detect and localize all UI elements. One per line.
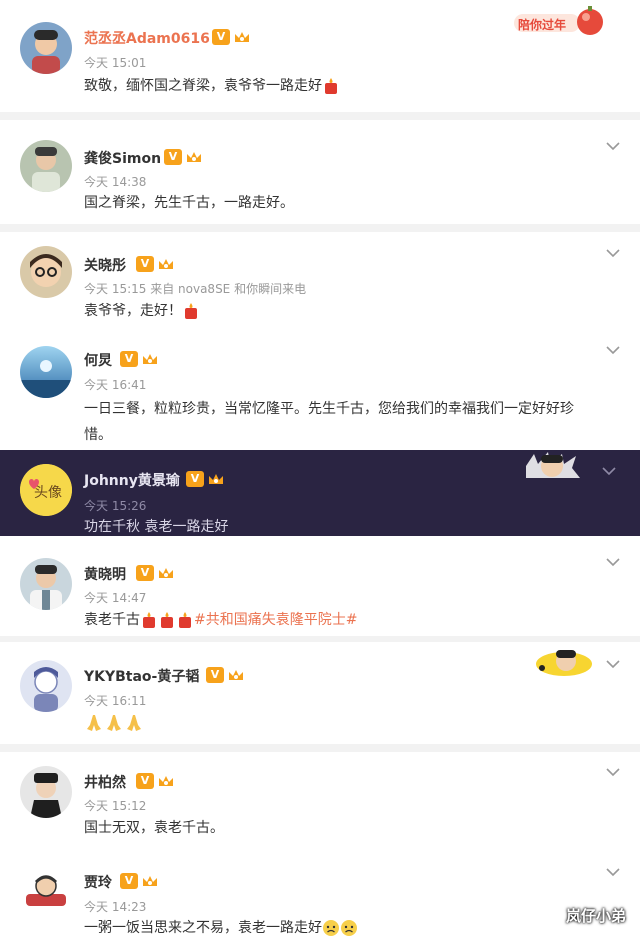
comment-text: 袁老千古 #共和国痛失袁隆平院士# (84, 612, 358, 628)
verified-icon: V (186, 471, 204, 487)
sad-emoji (341, 920, 357, 936)
pray-emoji (127, 715, 141, 731)
user-name[interactable]: Johnny黄景瑜 (84, 470, 180, 490)
watermark: 岚仔小弟 (565, 907, 626, 925)
comment-time: 今天 14:47 (84, 591, 147, 605)
comment-item: 何炅 V 今天 16:41 一日三餐，粒粒珍贵，当常忆隆平。先生千古，您给我们的… (0, 330, 640, 450)
pray-emoji (107, 715, 121, 731)
verified-icon: V (136, 565, 154, 581)
comment-text: 国之脊梁，先生千古，一路走好。 (84, 195, 294, 211)
comment-time: 今天 15:12 (84, 799, 147, 813)
chevron-down-icon[interactable] (606, 558, 620, 567)
comment-time: 今天 16:11 (84, 694, 147, 708)
user-name[interactable]: YKYBtao-黄子韬 (84, 666, 199, 686)
candle-emoji (179, 612, 191, 628)
crown-icon (209, 474, 223, 484)
crown-icon (159, 259, 173, 269)
comment-time: 今天 16:41 (84, 378, 147, 392)
comment-item: 贾玲 V 今天 14:23 一粥一饭当思来之不易，袁老一路走好 (0, 848, 640, 942)
verified-icon: V (120, 873, 138, 889)
comment-time: 今天 14:38 (84, 175, 147, 189)
comment-item: 范丞丞Adam0616 V 陪你过年 今天 15:01 致敬，缅怀国之脊梁，袁爷… (0, 0, 640, 112)
crown-icon (143, 354, 157, 364)
comment-item: 龚俊Simon V 今天 14:38 国之脊梁，先生千古，一路走好。 (0, 120, 640, 224)
crown-icon (187, 152, 201, 162)
avatar[interactable] (20, 660, 72, 712)
chevron-down-icon[interactable] (606, 660, 620, 669)
comment-text: 一粥一饭当思来之不易，袁老一路走好 (84, 915, 624, 941)
chevron-down-icon[interactable] (606, 346, 620, 355)
user-name[interactable]: 何炅 (84, 350, 112, 370)
crown-icon (159, 568, 173, 578)
verified-icon: V (120, 351, 138, 367)
comment-item: 黄晓明 V 今天 14:47 袁老千古 #共和国痛失袁隆平院士# (0, 536, 640, 642)
chevron-down-icon[interactable] (602, 467, 616, 476)
holiday-badge: 陪你过年 (512, 6, 608, 38)
comment-item: 头像 Johnny黄景瑜 V 今天 15:26 功在千秋 袁老一路走好 (0, 450, 640, 536)
verified-icon: V (136, 256, 154, 272)
candle-emoji (185, 303, 197, 319)
avatar-sticker (536, 650, 592, 676)
crown-icon (235, 32, 249, 42)
sad-emoji (323, 920, 339, 936)
user-name[interactable]: 黄晓明 (84, 564, 126, 584)
verified-icon: V (164, 149, 182, 165)
comment-item: 井柏然 V 今天 15:12 国士无双，袁老千古。 (0, 752, 640, 848)
crown-icon (143, 876, 157, 886)
user-name[interactable]: 龚俊Simon (84, 148, 161, 168)
verified-icon: V (136, 773, 154, 789)
crown-icon (229, 670, 243, 680)
comment-item: YKYBtao-黄子韬 V 今天 16:11 🙏🙏🙏 (0, 642, 640, 744)
avatar[interactable] (20, 140, 72, 192)
comment-item: 关晓彤 V 今天 15:15 来自 nova8SE 和你瞬间来电 袁爷爷，走好！ (0, 232, 640, 330)
avatar[interactable] (20, 766, 72, 818)
avatar[interactable] (20, 346, 72, 398)
avatar[interactable] (20, 246, 72, 298)
comment-time: 今天 14:23 (84, 900, 147, 914)
avatar[interactable]: 头像 (20, 464, 72, 516)
comment-text: 🙏🙏🙏 (84, 710, 624, 736)
comment-text: 袁爷爷，走好！ (84, 298, 624, 324)
chevron-down-icon[interactable] (606, 249, 620, 258)
avatar[interactable] (20, 864, 72, 916)
verified-icon: V (212, 29, 230, 45)
user-name[interactable]: 范丞丞Adam0616 (84, 28, 210, 48)
chevron-down-icon[interactable] (606, 768, 620, 777)
verified-icon: V (206, 667, 224, 683)
comment-time: 今天 15:26 (84, 499, 147, 513)
user-name[interactable]: 贾玲 (84, 872, 112, 892)
candle-emoji (325, 78, 337, 94)
chevron-down-icon[interactable] (606, 142, 620, 151)
crown-icon (159, 776, 173, 786)
avatar[interactable] (20, 558, 72, 610)
pray-emoji (87, 715, 101, 731)
comment-time: 今天 15:01 (84, 56, 147, 70)
chevron-down-icon[interactable] (606, 868, 620, 877)
candle-emoji (161, 612, 173, 628)
comment-text: 致敬，缅怀国之脊梁，袁爷爷一路走好 (84, 73, 624, 99)
user-name[interactable]: 井柏然 (84, 772, 126, 792)
hashtag-link[interactable]: #共和国痛失袁隆平院士# (194, 612, 357, 628)
comment-text: 一日三餐，粒粒珍贵，当常忆隆平。先生千古，您给我们的幸福我们一定好好珍 惜。 (84, 401, 574, 443)
user-name[interactable]: 关晓彤 (84, 255, 126, 275)
comment-time: 今天 15:15 来自 nova8SE 和你瞬间来电 (84, 282, 307, 296)
avatar-sticker (526, 452, 580, 478)
candle-emoji (143, 612, 155, 628)
avatar[interactable] (20, 22, 72, 74)
comment-text: 国士无双，袁老千古。 (84, 820, 224, 836)
